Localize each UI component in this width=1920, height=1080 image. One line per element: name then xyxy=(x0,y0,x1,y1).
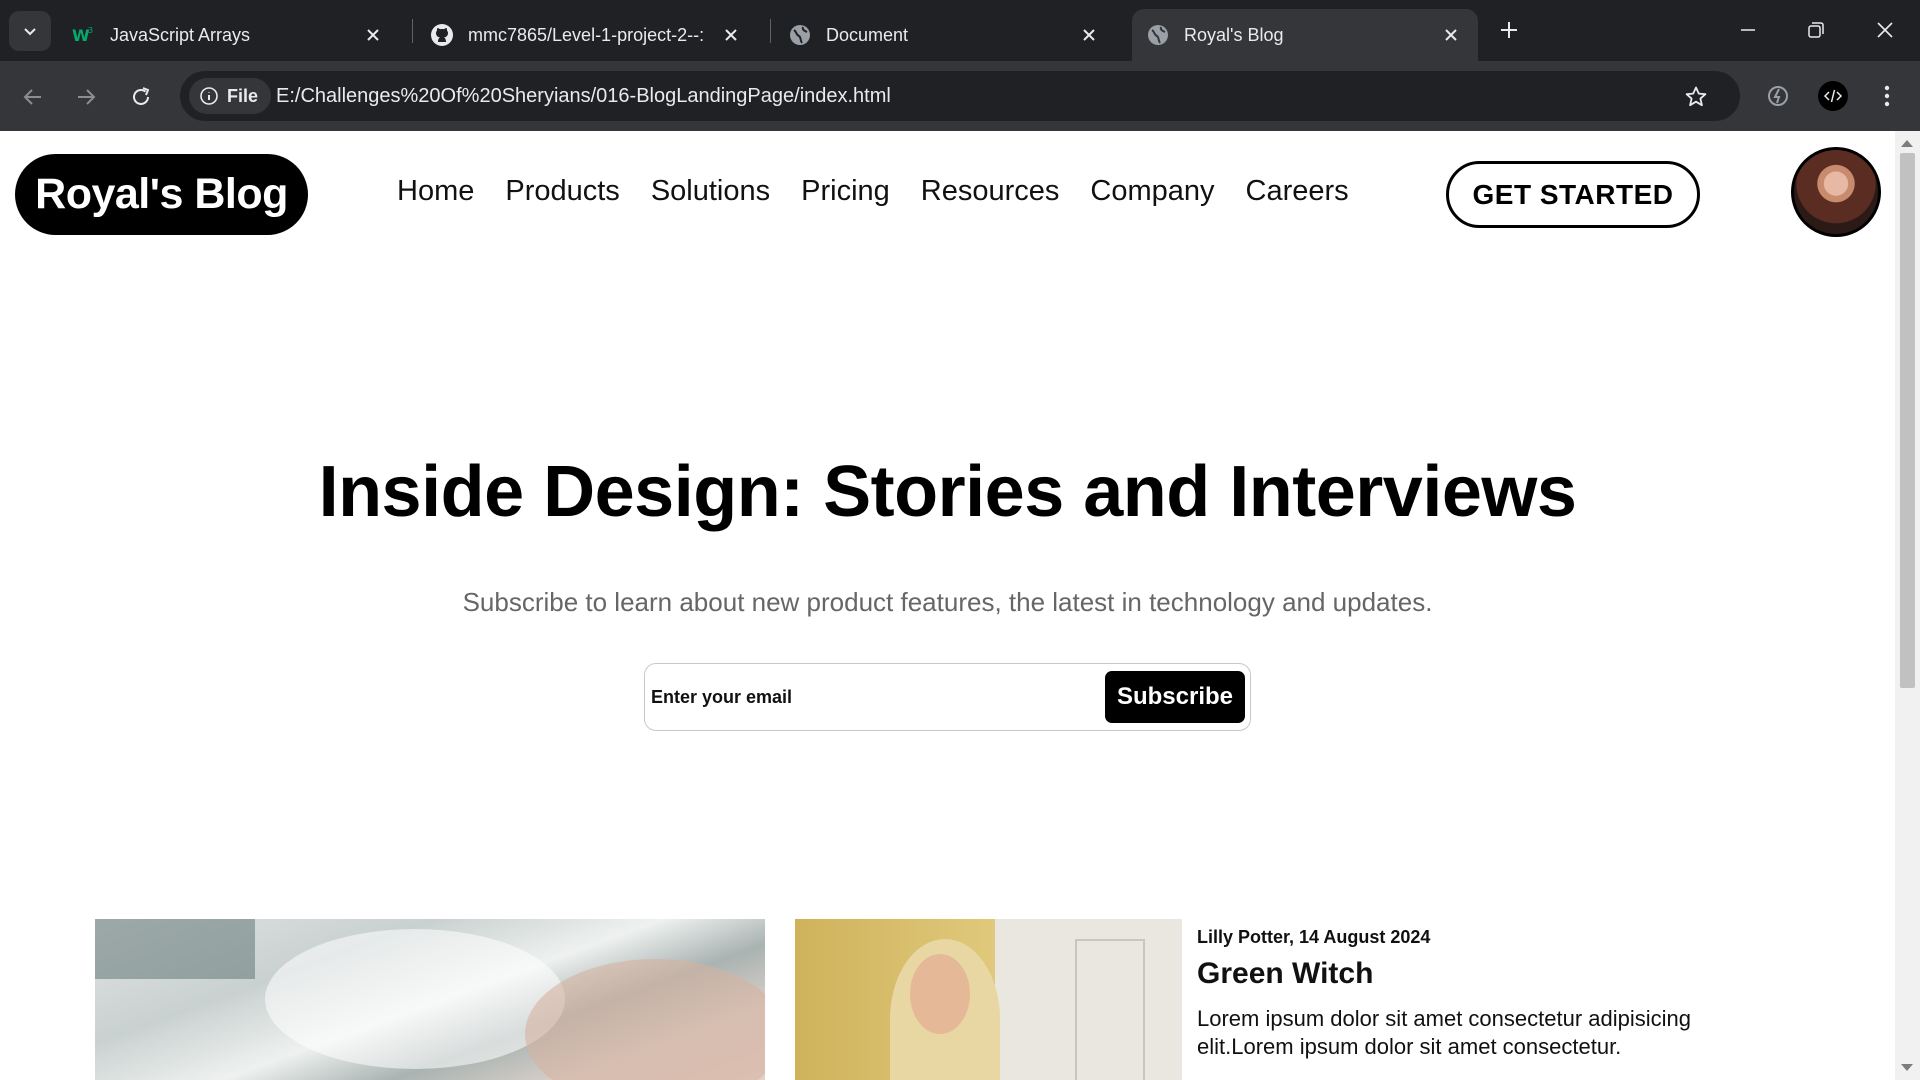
tab-title: Document xyxy=(826,24,909,45)
browser-toolbar: File E:/Challenges%20Of%20Sheryians/016-… xyxy=(0,61,1920,131)
nav-item-solutions[interactable]: Solutions xyxy=(651,175,770,208)
plus-icon xyxy=(1501,22,1517,38)
browser-menu-button[interactable] xyxy=(1868,77,1906,115)
nav-item-resources[interactable]: Resources xyxy=(921,175,1060,208)
minimize-button[interactable] xyxy=(1723,8,1773,52)
devtools-extension-button[interactable] xyxy=(1814,77,1852,115)
main-nav: Home Products Solutions Pricing Resource… xyxy=(397,175,1380,208)
extension-button[interactable] xyxy=(1759,77,1797,115)
more-vert-icon xyxy=(1884,85,1890,107)
close-window-button[interactable] xyxy=(1860,8,1910,52)
close-tab-icon[interactable] xyxy=(1076,22,1102,48)
post-image-green-witch[interactable] xyxy=(795,919,1182,1080)
nav-item-home[interactable]: Home xyxy=(397,175,474,208)
post-excerpt: Lorem ipsum dolor sit amet consectetur a… xyxy=(1197,1006,1692,1059)
scroll-up-arrow-icon[interactable] xyxy=(1901,140,1913,147)
browser-tab-bar: W3 JavaScript Arrays mmc7865/Level-1-pro… xyxy=(0,0,1920,61)
forward-button[interactable] xyxy=(67,78,105,116)
page-viewport: Royal's Blog Home Products Solutions Pri… xyxy=(0,131,1895,1080)
bookmark-star-button[interactable] xyxy=(1681,82,1711,112)
tab-title: JavaScript Arrays xyxy=(110,24,251,45)
close-tab-icon[interactable] xyxy=(360,22,386,48)
address-bar[interactable]: File E:/Challenges%20Of%20Sheryians/016-… xyxy=(180,71,1740,121)
reload-button[interactable] xyxy=(122,78,160,116)
restore-button[interactable] xyxy=(1791,8,1841,52)
globe-icon xyxy=(1146,23,1170,47)
hero-subtitle: Subscribe to learn about new product fea… xyxy=(462,587,1433,617)
svg-text:3: 3 xyxy=(88,26,93,35)
tab-github-repo[interactable]: mmc7865/Level-1-project-2--: xyxy=(416,9,758,61)
page-scrollbar[interactable] xyxy=(1895,131,1920,1080)
tab-title: mmc7865/Level-1-project-2--: xyxy=(468,24,705,45)
nav-item-pricing[interactable]: Pricing xyxy=(801,175,890,208)
nav-item-careers[interactable]: Careers xyxy=(1246,175,1349,208)
avatar[interactable] xyxy=(1791,147,1881,237)
site-info-chip[interactable]: File xyxy=(189,78,272,114)
back-button[interactable] xyxy=(14,78,52,116)
get-started-button[interactable]: GET STARTED xyxy=(1446,161,1700,228)
back-arrow-icon xyxy=(23,89,41,105)
minimize-icon xyxy=(1741,29,1755,31)
page-title: Inside Design: Stories and Interviews xyxy=(318,452,1577,532)
tab-separator xyxy=(412,19,413,43)
scrollbar-thumb[interactable] xyxy=(1900,153,1915,688)
code-icon xyxy=(1818,81,1848,111)
tab-search-button[interactable] xyxy=(9,11,51,51)
star-icon xyxy=(1685,86,1707,107)
site-info-label: File xyxy=(227,85,259,106)
url-text[interactable]: E:/Challenges%20Of%20Sheryians/016-BlogL… xyxy=(276,85,891,108)
close-icon xyxy=(1877,22,1893,38)
nav-item-products[interactable]: Products xyxy=(505,175,619,208)
scroll-down-arrow-icon[interactable] xyxy=(1901,1064,1913,1071)
site-logo[interactable]: Royal's Blog xyxy=(15,154,308,235)
restore-icon xyxy=(1808,22,1824,38)
globe-icon xyxy=(788,23,812,47)
tab-document[interactable]: Document xyxy=(774,9,1116,61)
post-title[interactable]: Green Witch xyxy=(1197,957,1373,991)
tab-title: Royal's Blog xyxy=(1184,24,1284,45)
w3schools-icon: W3 xyxy=(72,23,96,47)
github-icon xyxy=(430,23,454,47)
post-image-large[interactable] xyxy=(95,919,765,1080)
subscribe-form: Enter your email Subscribe xyxy=(644,663,1251,731)
subscribe-button[interactable]: Subscribe xyxy=(1105,671,1245,723)
chevron-down-icon xyxy=(24,28,36,36)
tab-separator xyxy=(770,19,771,43)
reload-icon xyxy=(133,87,150,105)
nav-item-company[interactable]: Company xyxy=(1090,175,1214,208)
close-tab-icon[interactable] xyxy=(718,22,744,48)
speed-extension-icon xyxy=(1768,86,1788,106)
tab-royals-blog[interactable]: Royal's Blog xyxy=(1132,9,1478,61)
tab-javascript-arrays[interactable]: W3 JavaScript Arrays xyxy=(58,9,400,61)
close-tab-icon[interactable] xyxy=(1438,22,1464,48)
forward-arrow-icon xyxy=(78,89,96,105)
info-icon xyxy=(200,87,218,105)
new-tab-button[interactable] xyxy=(1491,12,1527,48)
email-field[interactable]: Enter your email xyxy=(651,687,792,708)
post-meta: Lilly Potter, 14 August 2024 xyxy=(1197,927,1431,947)
